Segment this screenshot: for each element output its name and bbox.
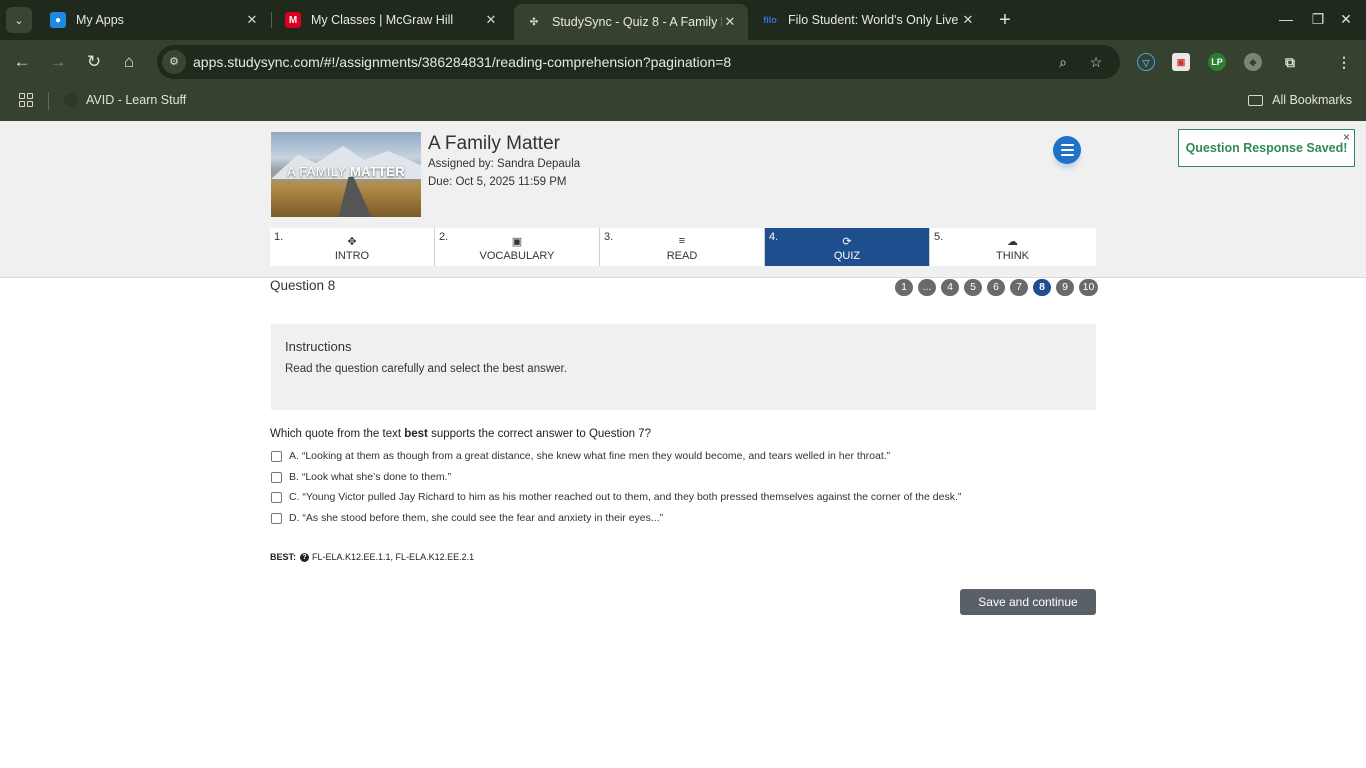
step-read[interactable]: 3. ≡ READ bbox=[600, 228, 765, 266]
page-button[interactable]: 5 bbox=[964, 279, 982, 296]
page-button-current[interactable]: 8 bbox=[1033, 279, 1051, 296]
site-info-icon[interactable]: ⚙ bbox=[162, 50, 186, 74]
bookmark-divider bbox=[48, 92, 49, 110]
quiz-icon: ⟳ bbox=[842, 236, 852, 248]
page-button[interactable]: 10 bbox=[1079, 279, 1098, 296]
mcgraw-hill-icon: M bbox=[285, 12, 301, 28]
page-ellipsis[interactable]: ... bbox=[918, 279, 936, 296]
standards-line: BEST: ? FL-ELA.K12.EE.1.1, FL-ELA.K12.EE… bbox=[270, 552, 475, 562]
toast-close-icon[interactable]: × bbox=[1343, 130, 1350, 144]
browser-tab-strip: ⌄ ● My Apps ✕ M My Classes | McGraw Hill… bbox=[0, 0, 1366, 40]
save-toast: Question Response Saved! × bbox=[1178, 129, 1355, 167]
close-window-icon[interactable]: ✕ bbox=[1332, 8, 1360, 30]
myapps-icon: ● bbox=[50, 12, 66, 28]
all-bookmarks[interactable]: All Bookmarks bbox=[1248, 93, 1352, 107]
step-quiz[interactable]: 4. ⟳ QUIZ bbox=[765, 228, 930, 266]
answer-checkbox[interactable] bbox=[271, 512, 282, 524]
bookmark-avid[interactable]: AVID - Learn Stuff bbox=[64, 93, 186, 107]
avid-icon bbox=[64, 93, 78, 107]
more-menu-icon[interactable]: ⋮ bbox=[1335, 53, 1353, 71]
studysync-icon: ✣ bbox=[529, 16, 539, 28]
tab-search-button[interactable]: ⌄ bbox=[6, 7, 32, 33]
page-button[interactable]: 4 bbox=[941, 279, 959, 296]
zoom-icon[interactable]: ⌕ bbox=[1054, 53, 1072, 71]
address-bar[interactable]: ⚙ apps.studysync.com/#!/assignments/3862… bbox=[157, 45, 1120, 79]
close-icon[interactable]: ✕ bbox=[244, 12, 260, 28]
close-icon[interactable]: ✕ bbox=[960, 12, 976, 28]
step-intro[interactable]: 1. ✥ INTRO bbox=[270, 228, 435, 266]
question-pagination: 1 ... 4 5 6 7 8 9 10 bbox=[895, 279, 1098, 296]
extension-lp-icon[interactable]: LP bbox=[1208, 53, 1226, 71]
assignment-header: A FAMILY MATTER A Family Matter Assigned… bbox=[0, 121, 1366, 278]
instructions-text: Read the question carefully and select t… bbox=[285, 363, 567, 375]
standards-codes: FL-ELA.K12.EE.1.1, FL-ELA.K12.EE.2.1 bbox=[312, 552, 475, 562]
extension-shield-icon[interactable]: ▽ bbox=[1137, 53, 1155, 71]
answer-option-a[interactable]: A. “Looking at them as though from a gre… bbox=[271, 450, 890, 462]
new-tab-button[interactable]: + bbox=[994, 10, 1016, 30]
answer-checkbox[interactable] bbox=[271, 491, 282, 503]
back-icon[interactable]: ← bbox=[11, 51, 33, 73]
step-vocabulary[interactable]: 2. ▣ VOCABULARY bbox=[435, 228, 600, 266]
cover-image: A FAMILY MATTER bbox=[271, 132, 421, 217]
tab-divider bbox=[271, 12, 272, 28]
menu-button[interactable] bbox=[1053, 136, 1081, 164]
bookmark-star-icon[interactable]: ☆ bbox=[1087, 53, 1105, 71]
answer-option-d[interactable]: D. “As she stood before them, she could … bbox=[271, 512, 663, 524]
page-button[interactable]: 1 bbox=[895, 279, 913, 296]
page-button[interactable]: 9 bbox=[1056, 279, 1074, 296]
question-prompt: Which quote from the text best supports … bbox=[270, 428, 651, 440]
intro-icon: ✥ bbox=[347, 236, 357, 248]
instructions-panel: Instructions Read the question carefully… bbox=[271, 324, 1096, 410]
instructions-heading: Instructions bbox=[285, 339, 352, 354]
assigned-by: Assigned by: Sandra Depaula bbox=[428, 158, 581, 170]
step-think[interactable]: 5. ☁ THINK bbox=[930, 228, 1095, 266]
browser-toolbar: ← → ↻ ⌂ ⚙ apps.studysync.com/#!/assignme… bbox=[0, 40, 1366, 84]
question-title: Question 8 bbox=[270, 278, 336, 293]
extensions-puzzle-icon[interactable]: ⧉ bbox=[1281, 53, 1299, 71]
answer-option-b[interactable]: B. “Look what she’s done to them.” bbox=[271, 471, 451, 483]
assignment-title: A Family Matter bbox=[428, 133, 560, 154]
minimize-icon[interactable]: — bbox=[1272, 8, 1300, 30]
save-and-continue-button[interactable]: Save and continue bbox=[960, 589, 1096, 615]
answer-option-c[interactable]: C. “Young Victor pulled Jay Richard to h… bbox=[271, 491, 961, 503]
assignment-steps: 1. ✥ INTRO 2. ▣ VOCABULARY 3. ≡ READ 4. … bbox=[270, 228, 1096, 266]
tab-my-apps[interactable]: ● My Apps ✕ bbox=[38, 0, 270, 40]
forward-icon[interactable]: → bbox=[47, 51, 69, 73]
restore-icon[interactable]: ❐ bbox=[1304, 8, 1332, 30]
apps-grid-icon[interactable] bbox=[19, 93, 33, 107]
help-icon[interactable]: ? bbox=[300, 552, 310, 562]
page-button[interactable]: 7 bbox=[1010, 279, 1028, 296]
folder-icon bbox=[1248, 94, 1264, 106]
due-date: Due: Oct 5, 2025 11:59 PM bbox=[428, 176, 567, 188]
tab-filo[interactable]: filo Filo Student: World's Only Live I ✕ bbox=[750, 0, 986, 40]
extension-guard-icon[interactable]: ◆ bbox=[1244, 53, 1262, 71]
close-icon[interactable]: ✕ bbox=[722, 14, 738, 30]
url-text[interactable]: apps.studysync.com/#!/assignments/386284… bbox=[193, 54, 731, 70]
tab-studysync[interactable]: ✣ StudySync - Quiz 8 - A Family M ✕ bbox=[514, 4, 748, 40]
close-icon[interactable]: ✕ bbox=[483, 12, 499, 28]
read-icon: ≡ bbox=[678, 235, 686, 247]
answer-checkbox[interactable] bbox=[271, 450, 282, 462]
tab-mcgraw-hill[interactable]: M My Classes | McGraw Hill ✕ bbox=[273, 0, 509, 40]
cover-title: A FAMILY MATTER bbox=[287, 164, 405, 179]
home-icon[interactable]: ⌂ bbox=[118, 51, 140, 73]
vocabulary-icon: ▣ bbox=[511, 236, 523, 248]
bookmarks-bar: AVID - Learn Stuff All Bookmarks bbox=[0, 84, 1366, 121]
answer-checkbox[interactable] bbox=[271, 471, 282, 483]
think-icon: ☁ bbox=[1007, 236, 1018, 248]
filo-icon: filo bbox=[763, 15, 777, 25]
extension-printer-icon[interactable]: ▣ bbox=[1172, 53, 1190, 71]
page-button[interactable]: 6 bbox=[987, 279, 1005, 296]
reload-icon[interactable]: ↻ bbox=[83, 51, 105, 73]
